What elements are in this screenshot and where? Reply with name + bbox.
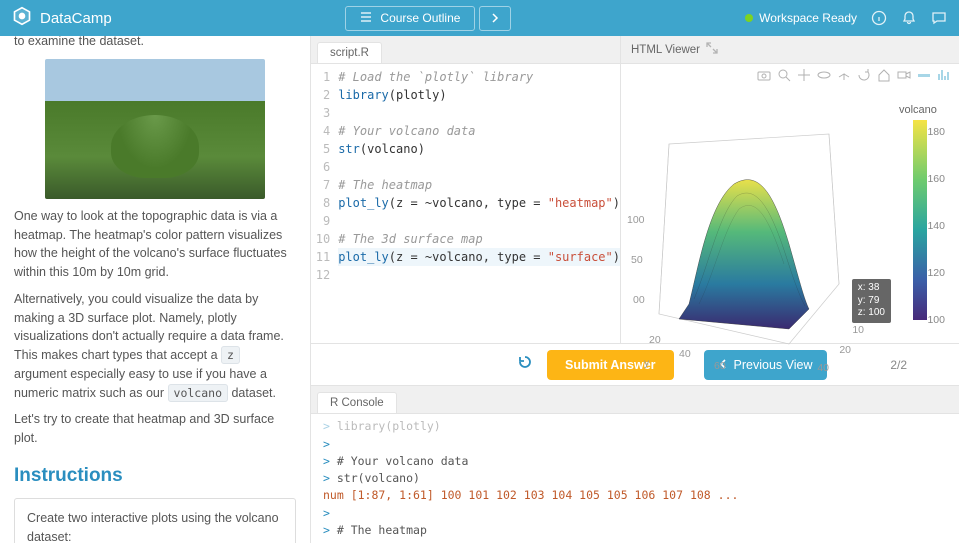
lesson-para1: One way to look at the topographic data … xyxy=(14,207,296,282)
pan-icon[interactable] xyxy=(797,68,811,82)
plot-tooltip: x: 38 y: 79 z: 100 xyxy=(852,279,891,323)
x-tick: 10 xyxy=(852,324,864,336)
y-tick: 40 xyxy=(679,348,691,360)
y-axis-label: y xyxy=(644,357,649,369)
workspace-pane: script.R 123456789101112 # Load the `plo… xyxy=(310,36,959,543)
plotly-toolbar xyxy=(757,68,951,82)
video-icon[interactable] xyxy=(897,68,911,82)
instructions-box: Create two interactive plots using the v… xyxy=(14,498,296,543)
z-tick: 00 xyxy=(633,294,645,306)
viewer-tabs: HTML Viewer xyxy=(621,36,959,64)
top-row: script.R 123456789101112 # Load the `plo… xyxy=(311,36,959,343)
tab-html-viewer[interactable]: HTML Viewer xyxy=(631,44,700,56)
chat-icon[interactable] xyxy=(931,10,947,26)
status-text: Workspace Ready xyxy=(759,11,857,25)
logo-icon xyxy=(12,6,32,30)
plotly-logo-icon[interactable] xyxy=(937,68,951,82)
x-tick: 40 xyxy=(817,362,829,374)
workspace-status: Workspace Ready xyxy=(745,11,857,25)
toggle-spike-icon[interactable] xyxy=(917,68,931,82)
course-outline-button[interactable]: Course Outline xyxy=(345,6,475,31)
y-tick: 20 xyxy=(649,334,661,346)
editor-tabs: script.R xyxy=(311,36,620,64)
colorbar-gradient xyxy=(913,120,927,320)
plot-area[interactable]: volcano 180160140120100 xyxy=(621,64,959,343)
camera-icon[interactable] xyxy=(757,68,771,82)
app-header: DataCamp Course Outline Workspace Ready xyxy=(0,0,959,36)
brand: DataCamp xyxy=(12,6,112,30)
zoom-icon[interactable] xyxy=(777,68,791,82)
lesson-para3: Let's try to create that heatmap and 3D … xyxy=(14,410,296,448)
console-tabs: R Console xyxy=(311,386,959,414)
z-tick: 100 xyxy=(627,214,645,226)
pager: 2/2 xyxy=(890,358,907,372)
code-editor[interactable]: 123456789101112 # Load the `plotly` libr… xyxy=(311,64,620,343)
tab-r-console[interactable]: R Console xyxy=(317,392,397,413)
x-tick: 20 xyxy=(839,344,851,356)
colorbar-title: volcano xyxy=(899,104,945,116)
lesson-pane: to examine the dataset. One way to look … xyxy=(0,36,310,543)
bell-icon[interactable] xyxy=(901,10,917,26)
viewer-panel: HTML Viewer xyxy=(621,36,959,343)
instructions-intro: Create two interactive plots using the v… xyxy=(27,509,283,543)
z-tick: 50 xyxy=(631,254,643,266)
hamburger-icon xyxy=(360,11,372,26)
console-panel: R Console > library(plotly)> > # Your vo… xyxy=(311,386,959,543)
chevron-right-icon xyxy=(490,11,500,26)
info-icon[interactable] xyxy=(871,10,887,26)
orbit-icon[interactable] xyxy=(817,68,831,82)
expand-icon[interactable] xyxy=(706,42,718,57)
main: to examine the dataset. One way to look … xyxy=(0,36,959,543)
header-center: Course Outline xyxy=(112,6,745,31)
brand-text: DataCamp xyxy=(40,10,112,27)
action-bar: Submit Answer Previous View 2/2 xyxy=(311,343,959,387)
console-output[interactable]: > library(plotly)> > # Your volcano data… xyxy=(311,414,959,543)
status-dot-icon xyxy=(745,14,753,22)
instructions-heading: Instructions xyxy=(14,462,296,491)
tab-script[interactable]: script.R xyxy=(317,42,382,63)
next-button[interactable] xyxy=(479,6,511,31)
surface-plot[interactable]: 00 50 100 20 40 60 y 40 20 10 xyxy=(639,114,859,374)
lesson-para2: Alternatively, you could visualize the d… xyxy=(14,290,296,403)
lesson-image xyxy=(45,59,265,199)
header-right: Workspace Ready xyxy=(745,10,947,26)
reset-button[interactable] xyxy=(513,350,537,379)
turntable-icon[interactable] xyxy=(837,68,851,82)
course-outline-label: Course Outline xyxy=(380,11,460,25)
y-tick: 60 xyxy=(714,360,726,372)
code-chip-volcano: volcano xyxy=(168,384,228,402)
code-chip-z: z xyxy=(221,346,240,364)
editor-panel: script.R 123456789101112 # Load the `plo… xyxy=(311,36,621,343)
lesson-trailing: to examine the dataset. xyxy=(14,36,296,51)
colorbar: volcano 180160140120100 xyxy=(899,104,945,320)
home-icon[interactable] xyxy=(877,68,891,82)
reset-camera-icon[interactable] xyxy=(857,68,871,82)
